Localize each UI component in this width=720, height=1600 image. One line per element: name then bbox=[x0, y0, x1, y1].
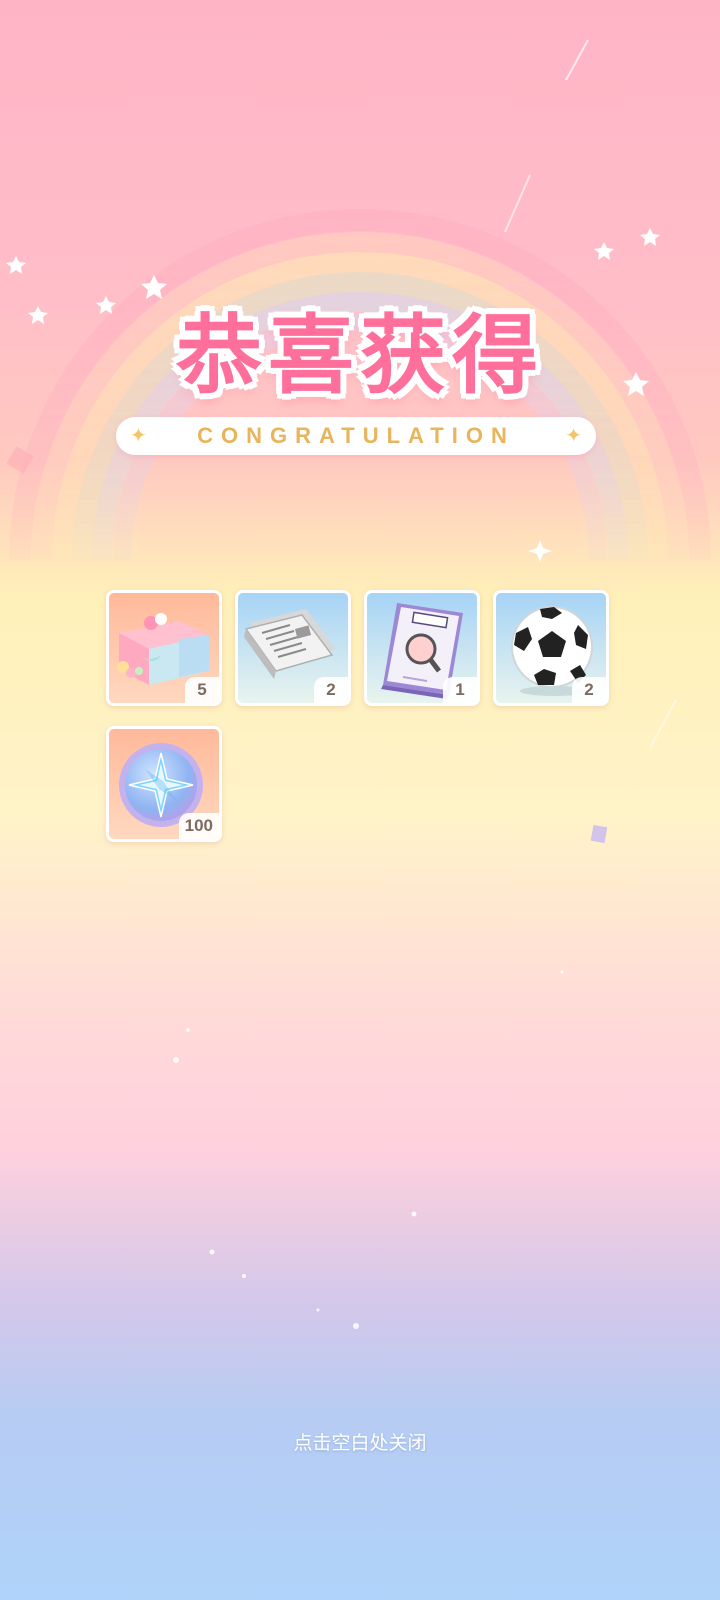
close-hint-text[interactable]: 点击空白处关闭 bbox=[0, 1428, 720, 1455]
star-deco-1 bbox=[6, 256, 26, 274]
star-deco-5 bbox=[594, 242, 614, 260]
reward-item-newspaper[interactable]: 2 bbox=[235, 590, 351, 706]
item-count: 2 bbox=[572, 677, 606, 703]
reward-item-gift-box[interactable]: 5 bbox=[106, 590, 222, 706]
reward-popup-screen[interactable]: { "header": { "title_cn": "恭喜获得", "title… bbox=[0, 0, 720, 1600]
title-chinese: 恭喜获得 bbox=[176, 306, 544, 406]
reward-item-magazine[interactable]: 1 bbox=[364, 590, 480, 706]
star-deco-6 bbox=[640, 228, 660, 246]
item-count: 100 bbox=[178, 813, 219, 839]
title-english-banner: ✦ CONGRATULATION ✦ bbox=[116, 417, 596, 455]
reward-item-star-coin[interactable]: 100 bbox=[106, 726, 222, 842]
star-deco-3 bbox=[96, 296, 116, 314]
star-deco-2 bbox=[28, 306, 48, 324]
item-count: 2 bbox=[314, 677, 348, 703]
sparkle-particles bbox=[173, 699, 677, 1329]
item-count: 1 bbox=[443, 677, 477, 703]
star-deco-7 bbox=[623, 372, 649, 396]
confetti-deco bbox=[6, 446, 34, 474]
item-count: 5 bbox=[185, 677, 219, 703]
sparkle-right-icon: ✦ bbox=[565, 423, 582, 447]
reward-item-soccer-ball[interactable]: 2 bbox=[493, 590, 609, 706]
title-english: CONGRATULATION bbox=[197, 423, 515, 448]
star-deco-8 bbox=[528, 540, 552, 562]
congratulation-header: 恭喜获得 ✦ CONGRATULATION ✦ bbox=[116, 285, 600, 455]
